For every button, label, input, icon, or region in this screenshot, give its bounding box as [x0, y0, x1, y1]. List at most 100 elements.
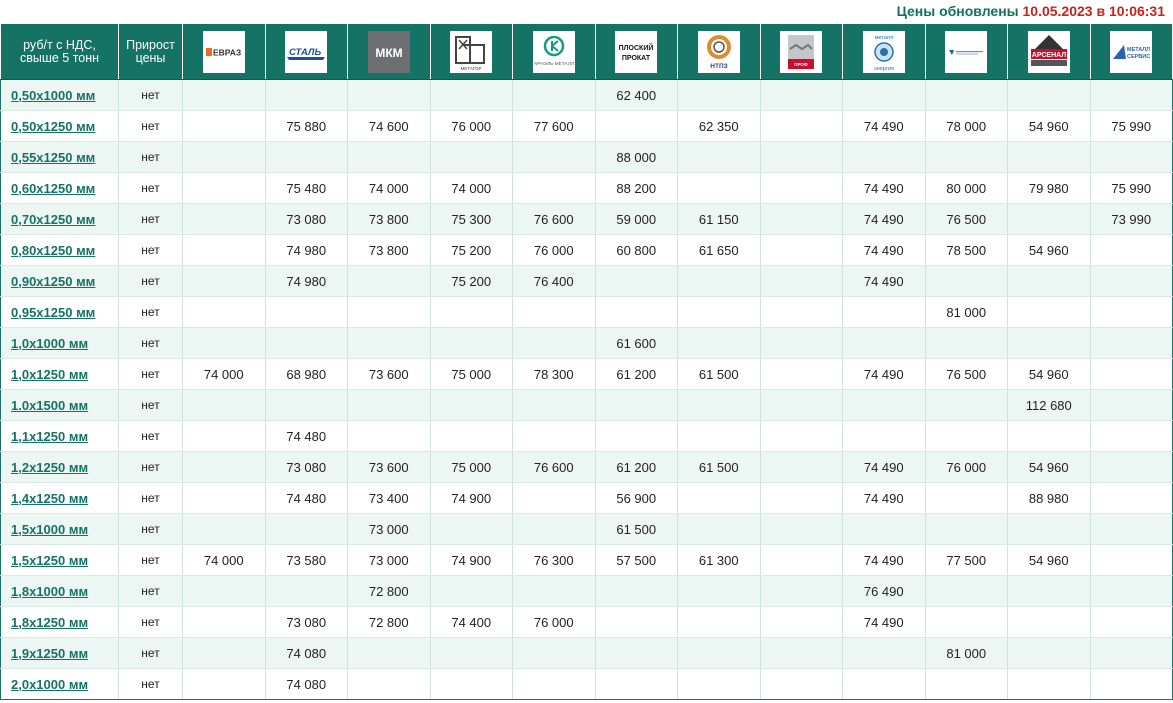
price-cell-mkm: 73 600: [347, 358, 431, 390]
size-cell: 1,9х1250 мм: [0, 637, 119, 669]
price-cell-metall-servis: [1089, 544, 1173, 576]
ntpz-logo[interactable]: НТПЗ: [697, 30, 740, 73]
size-link[interactable]: 1,5х1250 мм: [11, 553, 88, 568]
price-cell-metall-servis: [1089, 482, 1173, 514]
price-cell-ntpz: [677, 513, 761, 545]
supplier-header-metall-energia[interactable]: металл энергия: [842, 23, 926, 80]
arnel-logo[interactable]: АРНЭЛЬ МЕТАЛЛ: [532, 30, 575, 73]
size-link[interactable]: 0,50х1250 мм: [11, 119, 95, 134]
supplier-header-sib-company[interactable]: [924, 23, 1008, 80]
supplier-header-evraz[interactable]: ЕВРАЗ: [182, 23, 266, 80]
supplier-header-arnel[interactable]: АРНЭЛЬ МЕТАЛЛ: [512, 23, 596, 80]
metagor-logo[interactable]: МЕТАГОР: [450, 30, 493, 73]
size-cell: 0,50х1250 мм: [0, 110, 119, 142]
price-cell-evraz: [182, 172, 266, 204]
size-link[interactable]: 1.0х1500 мм: [11, 398, 88, 413]
price-cell-ploskiy-prokat: 61 600: [594, 327, 678, 359]
price-cell-arsenal: [1007, 327, 1091, 359]
supplier-header-ntpz[interactable]: НТПЗ: [677, 23, 761, 80]
price-cell-arnel: [512, 172, 596, 204]
price-cell-sib-company: 78 500: [924, 234, 1008, 266]
size-link[interactable]: 0,95х1250 мм: [11, 305, 95, 320]
price-cell-stal: 75 480: [264, 172, 348, 204]
price-cell-sib-company: [924, 79, 1008, 111]
size-cell: 1,0х1250 мм: [0, 358, 119, 390]
price-cell-metall-servis: [1089, 79, 1173, 111]
price-cell-sib-company: [924, 327, 1008, 359]
price-cell-metall-servis: [1089, 389, 1173, 421]
table-row: 1,1х1250 мм нет 74 480: [0, 420, 1173, 452]
price-cell-evraz: [182, 513, 266, 545]
size-cell: 0,90х1250 мм: [0, 265, 119, 297]
size-link[interactable]: 0,70х1250 мм: [11, 212, 95, 227]
size-link[interactable]: 1,2х1250 мм: [11, 460, 88, 475]
price-cell-prof-metall: [759, 575, 843, 607]
svg-text:ПРОКАТ: ПРОКАТ: [622, 55, 651, 62]
svg-text:МЕТАГОР: МЕТАГОР: [461, 66, 482, 71]
arsenal-logo[interactable]: АРСЕНАЛ: [1027, 30, 1070, 73]
mkm-logo[interactable]: МКМ: [367, 30, 410, 73]
price-cell-metall-energia: 74 490: [842, 110, 926, 142]
size-link[interactable]: 1,8х1000 мм: [11, 584, 88, 599]
size-link[interactable]: 2,0х1000 мм: [11, 677, 88, 692]
evraz-logo[interactable]: ЕВРАЗ: [202, 30, 245, 73]
size-link[interactable]: 1,0х1000 мм: [11, 336, 88, 351]
price-cell-arnel: 76 300: [512, 544, 596, 576]
price-cell-prof-metall: [759, 79, 843, 111]
price-cell-metall-servis: [1089, 141, 1173, 173]
table-row: 0,50х1000 мм нет 62 400: [0, 79, 1173, 111]
price-cell-metall-energia: 76 490: [842, 575, 926, 607]
price-cell-prof-metall: [759, 606, 843, 638]
price-cell-evraz: [182, 420, 266, 452]
size-link[interactable]: 1,9х1250 мм: [11, 646, 88, 661]
size-link[interactable]: 0,80х1250 мм: [11, 243, 95, 258]
price-cell-ploskiy-prokat: 61 200: [594, 358, 678, 390]
supplier-header-stal[interactable]: СТАЛЬ: [264, 23, 348, 80]
price-cell-prof-metall: [759, 637, 843, 669]
supplier-header-prof-metall[interactable]: ПРОФ: [759, 23, 843, 80]
size-link[interactable]: 1,8х1250 мм: [11, 615, 88, 630]
price-cell-prof-metall: [759, 327, 843, 359]
price-cell-arsenal: 112 680: [1007, 389, 1091, 421]
price-cell-arnel: [512, 637, 596, 669]
metall-energia-logo[interactable]: металл энергия: [862, 30, 905, 73]
metal-company-logo[interactable]: [945, 30, 988, 73]
size-cell: 1,4х1250 мм: [0, 482, 119, 514]
size-link[interactable]: 1,5х1000 мм: [11, 522, 88, 537]
supplier-header-mkm[interactable]: МКМ: [347, 23, 431, 80]
svg-text:МЕТАЛЛ: МЕТАЛЛ: [1127, 47, 1150, 53]
growth-cell: нет: [118, 79, 183, 111]
price-cell-metagor: [429, 389, 513, 421]
size-link[interactable]: 0,50х1000 мм: [11, 88, 95, 103]
prof-metall-logo[interactable]: ПРОФ: [780, 30, 823, 73]
price-cell-ntpz: [677, 606, 761, 638]
price-cell-mkm: 73 000: [347, 513, 431, 545]
size-link[interactable]: 0,60х1250 мм: [11, 181, 95, 196]
supplier-header-metall-servis[interactable]: МЕТАЛЛ СЕРВИС: [1089, 23, 1173, 80]
price-cell-arsenal: 54 960: [1007, 358, 1091, 390]
price-cell-arsenal: [1007, 296, 1091, 328]
price-cell-metall-servis: 75 990: [1089, 172, 1173, 204]
size-link[interactable]: 1,1х1250 мм: [11, 429, 88, 444]
table-row: 0,95х1250 мм нет 81 000: [0, 296, 1173, 328]
metall-servis-logo[interactable]: МЕТАЛЛ СЕРВИС: [1110, 30, 1153, 73]
size-link[interactable]: 0,55х1250 мм: [11, 150, 95, 165]
growth-cell: нет: [118, 358, 183, 390]
ploskiy-prokat-logo[interactable]: ПЛОСКИЙ ПРОКАТ: [615, 30, 658, 73]
supplier-header-ploskiy-prokat[interactable]: ПЛОСКИЙ ПРОКАТ: [594, 23, 678, 80]
size-link[interactable]: 0,90х1250 мм: [11, 274, 95, 289]
table-row: 1,8х1000 мм нет 72 800 76 490: [0, 575, 1173, 607]
price-cell-arsenal: [1007, 265, 1091, 297]
size-cell: 0,70х1250 мм: [0, 203, 119, 235]
stal-logo[interactable]: СТАЛЬ: [285, 30, 328, 73]
size-link[interactable]: 1,0х1250 мм: [11, 367, 88, 382]
size-link[interactable]: 1,4х1250 мм: [11, 491, 88, 506]
supplier-header-arsenal[interactable]: АРСЕНАЛ: [1007, 23, 1091, 80]
svg-text:ПРОФ: ПРОФ: [794, 62, 808, 67]
price-cell-mkm: 72 800: [347, 606, 431, 638]
price-cell-prof-metall: [759, 110, 843, 142]
price-cell-ploskiy-prokat: 59 000: [594, 203, 678, 235]
supplier-header-metagor[interactable]: МЕТАГОР: [429, 23, 513, 80]
price-cell-ntpz: [677, 79, 761, 111]
price-cell-metall-servis: [1089, 234, 1173, 266]
